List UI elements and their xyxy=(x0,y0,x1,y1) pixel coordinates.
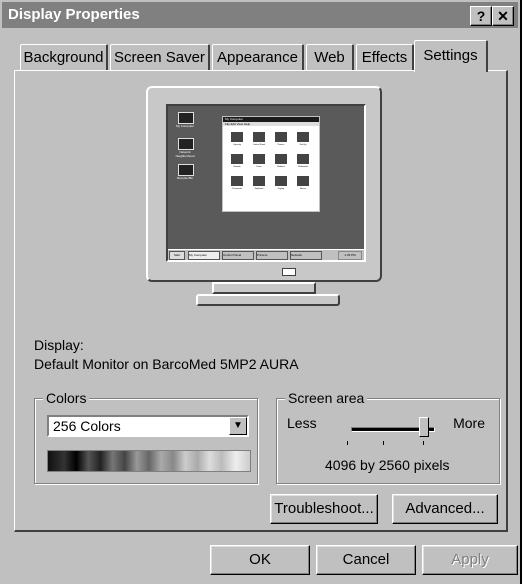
monitor-base xyxy=(196,294,340,306)
colors-group: Colors 256 Colors ▼ xyxy=(34,390,258,484)
preview-item-label: Capacity xyxy=(233,144,241,146)
apply-button: Apply xyxy=(422,545,518,575)
preview-item-icon xyxy=(231,154,243,164)
preview-item-icon xyxy=(297,176,309,186)
slider-tick xyxy=(347,441,348,445)
tab-settings[interactable]: Settings xyxy=(414,40,488,72)
preview-item-icon xyxy=(275,154,287,164)
resolution-slider[interactable] xyxy=(347,417,435,451)
advanced-button[interactable]: Advanced... xyxy=(392,494,498,524)
preview-item-label: Printers xyxy=(277,144,285,146)
preview-item-label: Fonts xyxy=(256,166,262,168)
preview-item-label: Control Panel xyxy=(252,144,266,146)
display-properties-window: Display Properties ? ✕ Background Screen… xyxy=(0,0,522,584)
preview-item-icon xyxy=(231,132,243,142)
color-sample-bar xyxy=(47,450,251,472)
preview-window: My Computer File Edit View Help Capacity… xyxy=(222,116,320,212)
colors-dropdown-value: 256 Colors xyxy=(53,418,121,434)
network-icon xyxy=(178,138,194,150)
tab-effects[interactable]: Effects xyxy=(356,44,414,70)
preview-taskbar-item: Network xyxy=(290,251,322,260)
preview-taskbar-item: Control Panel xyxy=(222,251,254,260)
slider-thumb[interactable] xyxy=(419,417,429,437)
preview-item-icon xyxy=(253,132,265,142)
cancel-button[interactable]: Cancel xyxy=(316,545,416,575)
preview-item-label: Passwords xyxy=(232,188,242,190)
preview-taskbar-item: My Computer xyxy=(188,251,220,260)
preview-item-icon xyxy=(231,176,243,186)
tab-web[interactable]: Web xyxy=(306,44,354,70)
window-title: Display Properties xyxy=(8,6,140,23)
monitor-stand xyxy=(212,282,316,294)
troubleshoot-button[interactable]: Troubleshoot... xyxy=(270,494,378,524)
monitor-screen: My Computer Network Neighborhood Recycle… xyxy=(166,104,366,262)
monitor-power-button xyxy=(282,268,296,276)
screen-area-legend: Screen area xyxy=(285,390,368,406)
slider-tick xyxy=(383,441,384,445)
chevron-down-icon[interactable]: ▼ xyxy=(229,417,247,435)
title-bar[interactable]: Display Properties ? ✕ xyxy=(2,2,518,28)
preview-item-label: Display xyxy=(277,188,285,190)
tab-screen-saver[interactable]: Screen Saver xyxy=(110,44,210,70)
ok-button[interactable]: OK xyxy=(210,545,310,575)
close-button[interactable]: ✕ xyxy=(492,6,514,26)
preview-taskbar-item: Printers xyxy=(256,251,288,260)
tab-appearance[interactable]: Appearance xyxy=(212,44,304,70)
colors-dropdown[interactable]: 256 Colors ▼ xyxy=(47,415,249,437)
screen-area-group: Screen area Less More 4096 by 2560 pixel… xyxy=(276,390,500,484)
slider-more-label: More xyxy=(453,415,485,431)
display-label: Display: xyxy=(34,337,84,353)
preview-clock: 1:45 PM xyxy=(338,251,362,260)
monitor-preview: My Computer Network Neighborhood Recycle… xyxy=(146,86,382,282)
preview-item-icon xyxy=(275,132,287,142)
recycle-bin-icon xyxy=(178,164,194,176)
preview-taskbar: Start My Computer Control Panel Printers… xyxy=(168,249,364,260)
preview-item-icon xyxy=(297,132,309,142)
preview-item-label: Keyboard xyxy=(254,188,264,190)
display-monitor-name: Default Monitor on BarcoMed 5MP2 AURA xyxy=(34,356,299,372)
tab-background[interactable]: Background xyxy=(20,44,108,70)
slider-less-label: Less xyxy=(287,415,317,431)
preview-item-icon xyxy=(297,154,309,164)
preview-item-icon xyxy=(253,176,265,186)
colors-legend: Colors xyxy=(43,390,90,406)
preview-item-label: Multimedia xyxy=(298,166,308,168)
resolution-value: 4096 by 2560 pixels xyxy=(325,457,450,473)
preview-item-label: Dial-Up xyxy=(299,144,307,146)
preview-item-icon xyxy=(253,154,265,164)
desktop-icon-label: My Computer xyxy=(175,124,194,128)
desktop-icon-label: Recycle Bin xyxy=(177,176,193,180)
preview-item-icon xyxy=(275,176,287,186)
slider-tick xyxy=(423,441,424,445)
desktop-icon-label: Network Neighborhood xyxy=(175,150,195,158)
my-computer-icon xyxy=(178,112,194,124)
preview-item-label: Modems xyxy=(277,166,285,168)
preview-item-label: Mouse xyxy=(299,188,306,190)
help-button[interactable]: ? xyxy=(470,6,492,26)
preview-item-label: Network xyxy=(233,166,241,168)
preview-start-button: Start xyxy=(169,251,185,260)
